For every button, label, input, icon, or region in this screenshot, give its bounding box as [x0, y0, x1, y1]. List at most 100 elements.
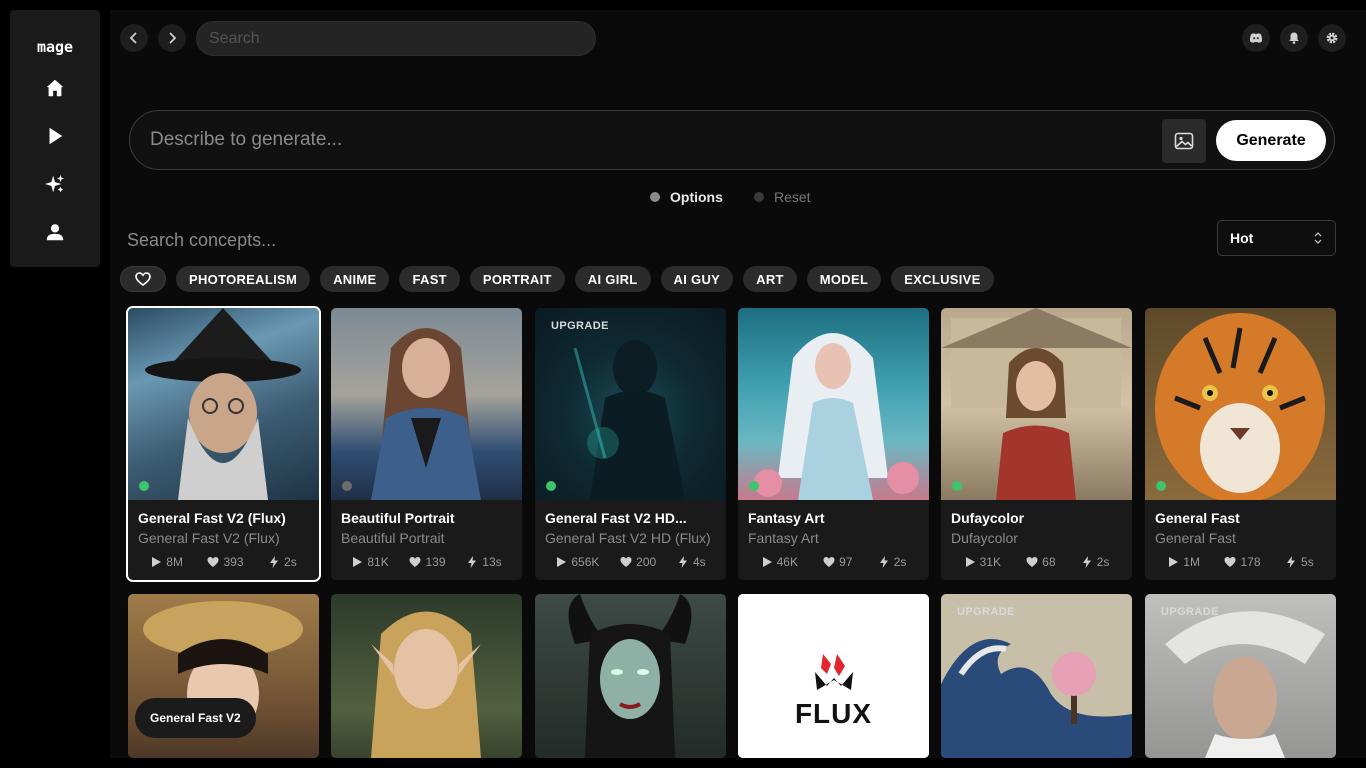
back-button[interactable]	[120, 24, 148, 52]
user-icon	[46, 224, 64, 241]
elf-illustration	[371, 611, 481, 758]
flux-logo-icon	[814, 654, 853, 690]
nav-play[interactable]	[35, 116, 75, 156]
heart-icon	[620, 557, 632, 567]
dark-figure-illustration	[573, 340, 685, 500]
likes-stat: 68	[1026, 555, 1056, 569]
status-dot	[749, 481, 759, 491]
sort-value: Hot	[1230, 230, 1254, 246]
model-card[interactable]: UPGRADE General Fast V2 HD... General Fa…	[535, 308, 726, 580]
tag-art[interactable]: ART	[743, 266, 797, 292]
sort-select[interactable]: Hot	[1217, 220, 1336, 256]
uses-value: 31K	[979, 555, 1001, 569]
heart-icon	[135, 272, 151, 286]
status-dot	[952, 481, 962, 491]
favorites-tag[interactable]	[120, 266, 166, 292]
model-card[interactable]: Fantasy Art Fantasy Art 46K 97 2s	[738, 308, 929, 580]
options-dot	[650, 192, 660, 202]
uses-value: 656K	[571, 555, 600, 569]
bolt-icon	[270, 556, 279, 568]
model-card[interactable]: General Fast V2 (Flux) General Fast V2 (…	[126, 306, 321, 582]
speed-value: 5s	[1301, 555, 1314, 569]
dufaycolor-illustration	[941, 308, 1132, 500]
card-thumbnail	[1145, 308, 1336, 503]
card-thumbnail	[941, 594, 1132, 758]
model-card[interactable]: Beautiful Portrait Beautiful Portrait 81…	[331, 308, 522, 580]
tag-portrait[interactable]: PORTRAIT	[469, 266, 565, 292]
prompt-box: Generate	[129, 110, 1335, 170]
likes-stat: 178	[1224, 555, 1261, 569]
status-dot	[546, 481, 556, 491]
status-dot	[342, 481, 352, 491]
search-input[interactable]	[196, 21, 596, 56]
tag-fast[interactable]: FAST	[399, 266, 460, 292]
status-dot	[1156, 481, 1166, 491]
nav-profile[interactable]	[35, 212, 75, 252]
tag-ai-guy[interactable]: AI GUY	[660, 266, 734, 292]
nav-home[interactable]	[35, 68, 75, 108]
speed-value: 2s	[284, 555, 297, 569]
likes-value: 393	[223, 555, 244, 569]
prompt-input[interactable]	[150, 123, 1140, 157]
model-card[interactable]: General Fast General Fast 1M 178 5s	[1145, 308, 1336, 580]
model-card[interactable]: UPGRADE	[1145, 594, 1336, 758]
model-card[interactable]: UPGRADE	[941, 594, 1132, 758]
app-logo[interactable]: mage	[10, 38, 100, 56]
model-card[interactable]	[535, 594, 726, 758]
play-icon	[353, 557, 363, 567]
tag-anime[interactable]: ANIME	[320, 266, 390, 292]
card-stats: 31K 68 2s	[941, 555, 1132, 569]
model-card[interactable]: Dufaycolor Dufaycolor 31K 68 2s	[941, 308, 1132, 580]
generate-button[interactable]: Generate	[1216, 120, 1326, 161]
image-upload-button[interactable]	[1162, 119, 1206, 163]
fantasy-illustration	[754, 333, 919, 500]
heart-icon	[409, 557, 421, 567]
speed-stat: 4s	[677, 555, 706, 569]
discord-button[interactable]	[1242, 24, 1270, 52]
settings-button[interactable]	[1318, 24, 1346, 52]
heart-icon	[1026, 557, 1038, 567]
card-title: General Fast V2 (Flux)	[138, 510, 286, 526]
likes-stat: 139	[409, 555, 446, 569]
sparkle-icon	[44, 174, 65, 193]
uses-value: 81K	[367, 555, 389, 569]
card-thumbnail	[738, 308, 929, 500]
uses-stat: 81K	[351, 555, 389, 569]
reset-button[interactable]: Reset	[754, 189, 811, 205]
gear-icon	[1326, 32, 1338, 44]
card-subtitle: General Fast	[1155, 530, 1236, 546]
bolt-icon	[678, 556, 687, 568]
chevron-left-icon	[129, 32, 137, 44]
tag-ai-girl[interactable]: AI GIRL	[574, 266, 651, 292]
card-title: Beautiful Portrait	[341, 510, 455, 526]
model-card[interactable]: FLUX	[738, 594, 929, 758]
card-thumbnail	[535, 308, 726, 500]
forward-button[interactable]	[158, 24, 186, 52]
likes-stat: 393	[207, 555, 244, 569]
portrait-man-illustration	[1165, 611, 1325, 758]
tag-list: PHOTOREALISM ANIME FAST PORTRAIT AI GIRL…	[120, 266, 994, 292]
card-thumbnail	[331, 308, 522, 500]
card-subtitle: Beautiful Portrait	[341, 530, 445, 546]
discord-icon	[1250, 33, 1262, 43]
notifications-button[interactable]	[1280, 24, 1308, 52]
model-card[interactable]	[331, 594, 522, 758]
tag-photorealism[interactable]: PHOTOREALISM	[176, 266, 311, 292]
upgrade-badge: UPGRADE	[957, 606, 1015, 618]
uses-stat: 656K	[555, 555, 599, 569]
speed-stat: 2s	[1081, 555, 1109, 569]
play-icon	[762, 557, 772, 567]
card-subtitle: Dufaycolor	[951, 530, 1018, 546]
likes-value: 97	[839, 555, 853, 569]
likes-value: 139	[425, 555, 446, 569]
speed-value: 13s	[482, 555, 502, 569]
nav-sparkle[interactable]	[35, 164, 75, 204]
card-subtitle: Fantasy Art	[748, 530, 819, 546]
concept-search-input[interactable]	[127, 226, 527, 254]
wizard-illustration	[145, 308, 301, 500]
tag-model[interactable]: MODEL	[806, 266, 882, 292]
home-icon	[46, 79, 64, 97]
flux-text: FLUX	[794, 698, 873, 729]
tag-exclusive[interactable]: EXCLUSIVE	[891, 266, 994, 292]
options-toggle[interactable]: Options	[650, 189, 723, 205]
